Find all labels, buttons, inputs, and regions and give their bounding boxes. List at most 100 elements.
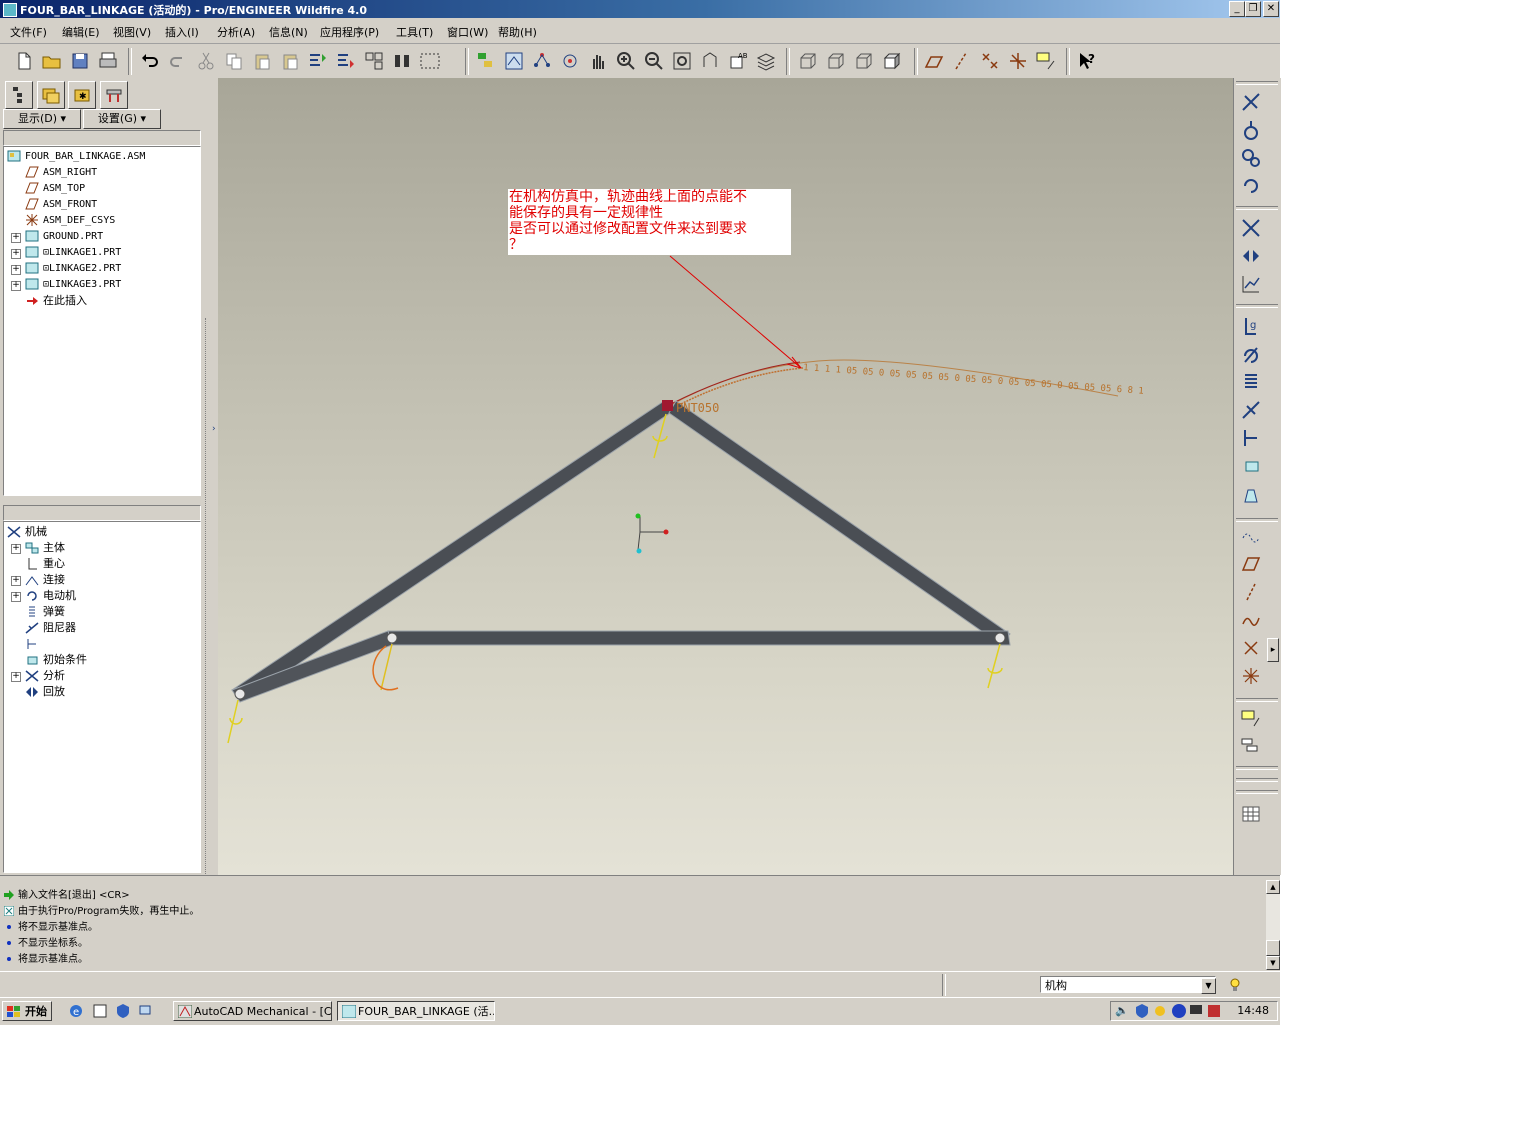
datum-axis-tool-icon[interactable] <box>1239 580 1263 604</box>
csys-tool-icon[interactable] <box>1239 664 1263 688</box>
mech-node-gravity[interactable]: 重心 <box>25 556 65 572</box>
filter-mode-select[interactable]: 机构 <box>1040 976 1216 993</box>
volume-icon[interactable]: 🔈 <box>1115 1004 1129 1017</box>
mech-node-motors[interactable]: 电动机 <box>25 588 76 604</box>
tree-node-ground[interactable]: GROUND.PRT <box>25 229 103 245</box>
regen-manager-icon[interactable] <box>334 49 358 73</box>
mech-node-playbacks[interactable]: 回放 <box>25 684 65 700</box>
open-folder-icon[interactable] <box>40 49 64 73</box>
connection-axis-settings-icon[interactable] <box>1239 90 1263 114</box>
find-icon[interactable] <box>390 49 414 73</box>
saved-views-icon[interactable]: AB <box>726 49 750 73</box>
new-file-icon[interactable] <box>12 49 36 73</box>
expand-icon[interactable]: + <box>11 576 21 586</box>
wireframe-icon[interactable] <box>796 49 820 73</box>
undo-icon[interactable] <box>138 49 162 73</box>
tree-node-linkage1[interactable]: ⊡LINKAGE1.PRT <box>25 245 121 261</box>
expand-icon[interactable]: + <box>11 265 21 275</box>
no-hidden-icon[interactable] <box>852 49 876 73</box>
expand-icon[interactable]: + <box>11 233 21 243</box>
save-icon[interactable] <box>68 49 92 73</box>
folder-browser-tab[interactable] <box>37 81 65 109</box>
mech-node-springs[interactable]: 弹簧 <box>25 604 65 620</box>
mech-node-bodies[interactable]: 主体 <box>25 540 65 556</box>
annotation-display-icon[interactable] <box>1034 49 1058 73</box>
cut-icon[interactable] <box>194 49 218 73</box>
message-scrollbar[interactable]: ▲ ▼ <box>1266 880 1280 970</box>
panel-splitter[interactable] <box>205 318 212 878</box>
tree-node-assembly[interactable]: FOUR_BAR_LINKAGE.ASM <box>7 149 145 165</box>
scroll-thumb[interactable] <box>1266 940 1280 956</box>
redo-icon[interactable] <box>166 49 190 73</box>
gravity-icon[interactable]: g <box>1239 314 1263 338</box>
tree-node-insert-here[interactable]: 在此插入 <box>25 293 87 309</box>
menu-view[interactable]: 视图(V) <box>113 24 151 40</box>
model-display-icon[interactable] <box>502 49 526 73</box>
taskbar-item-proe[interactable]: FOUR_BAR_LINKAGE (活... <box>337 1001 495 1021</box>
measure-results-icon[interactable] <box>1239 272 1263 296</box>
menu-window[interactable]: 窗口(W) <box>447 24 488 40</box>
tree-node-asm-def-csys[interactable]: ASM_DEF_CSYS <box>25 213 115 229</box>
damper-icon[interactable] <box>1239 398 1263 422</box>
display-icon[interactable] <box>1189 1003 1203 1019</box>
csys-display-icon[interactable] <box>1006 49 1030 73</box>
mech-node-forces[interactable] <box>25 636 43 652</box>
regenerate-icon[interactable] <box>306 49 330 73</box>
mass-properties-icon[interactable] <box>1239 482 1263 506</box>
context-help-icon[interactable]: ? <box>1074 49 1098 73</box>
connections-tab[interactable] <box>100 81 128 109</box>
paste-special-icon[interactable] <box>278 49 302 73</box>
expand-toolbar-icon[interactable]: ▸ <box>1267 638 1279 662</box>
minimize-icon[interactable]: _ <box>1229 1 1245 17</box>
graphics-window[interactable]: PNT050 1 1 1 1 05 05 0 05 05 05 05 0 05 … <box>218 78 1233 875</box>
menu-tools[interactable]: 工具(T) <box>396 24 433 40</box>
close-icon[interactable]: ✕ <box>1263 1 1279 17</box>
menu-insert[interactable]: 插入(I) <box>165 24 199 40</box>
mech-node-analyses[interactable]: 分析 <box>25 668 65 684</box>
datum-points-display-icon[interactable] <box>978 49 1002 73</box>
scroll-down-icon[interactable]: ▼ <box>1266 956 1280 970</box>
mech-node-initial-conditions[interactable]: 初始条件 <box>25 652 87 668</box>
datum-curve-icon[interactable] <box>1239 524 1263 548</box>
collapse-panel-icon[interactable]: › <box>212 424 216 434</box>
note-tree-icon[interactable] <box>1239 734 1263 758</box>
mech-node-connections[interactable]: 连接 <box>25 572 65 588</box>
network-icon[interactable] <box>138 1003 154 1019</box>
reorient-icon[interactable] <box>698 49 722 73</box>
display-dropdown-button[interactable]: 显示(D) ▾ <box>3 109 81 129</box>
app-tray-icon[interactable] <box>1207 1003 1221 1019</box>
expand-icon[interactable]: + <box>11 544 21 554</box>
tree-node-linkage3[interactable]: ⊡LINKAGE3.PRT <box>25 277 121 293</box>
tree-node-asm-top[interactable]: ASM_TOP <box>25 181 85 197</box>
table-icon[interactable] <box>1239 802 1263 826</box>
zoom-in-icon[interactable] <box>614 49 638 73</box>
cam-icon[interactable] <box>1239 118 1263 142</box>
ie-icon[interactable]: e <box>68 1003 84 1019</box>
datum-axes-display-icon[interactable] <box>950 49 974 73</box>
copy-icon[interactable] <box>222 49 246 73</box>
orient-mode-icon[interactable] <box>558 49 582 73</box>
servo-motor-icon[interactable] <box>1239 174 1263 198</box>
spring-icon[interactable] <box>1239 370 1263 394</box>
datum-point-tool-icon[interactable] <box>1239 636 1263 660</box>
chevron-down-icon[interactable]: ▼ <box>1201 978 1216 994</box>
restore-icon[interactable]: ❐ <box>1245 1 1261 17</box>
notepad-icon[interactable] <box>92 1003 108 1019</box>
taskbar-item-autocad[interactable]: AutoCAD Mechanical - [C:... <box>173 1001 332 1021</box>
pan-hand-icon[interactable] <box>586 49 610 73</box>
shield-icon[interactable] <box>115 1003 131 1019</box>
selection-filter-icon[interactable] <box>418 49 442 73</box>
lightbulb-icon[interactable] <box>1229 977 1241 993</box>
mech-node-dampers[interactable]: 阻尼器 <box>25 620 76 636</box>
menu-analysis[interactable]: 分析(A) <box>217 24 255 40</box>
scroll-up-icon[interactable]: ▲ <box>1266 880 1280 894</box>
zoom-out-icon[interactable] <box>642 49 666 73</box>
print-icon[interactable] <box>96 49 120 73</box>
update-icon[interactable] <box>1153 1003 1167 1019</box>
mech-node-mechanism[interactable]: 机械 <box>7 524 47 540</box>
menu-help[interactable]: 帮助(H) <box>498 24 537 40</box>
layer-tree-icon[interactable] <box>474 49 498 73</box>
favorites-tab[interactable]: ✱ <box>68 81 96 109</box>
security-shield-icon[interactable] <box>1135 1003 1149 1019</box>
playback-icon[interactable] <box>1239 244 1263 268</box>
